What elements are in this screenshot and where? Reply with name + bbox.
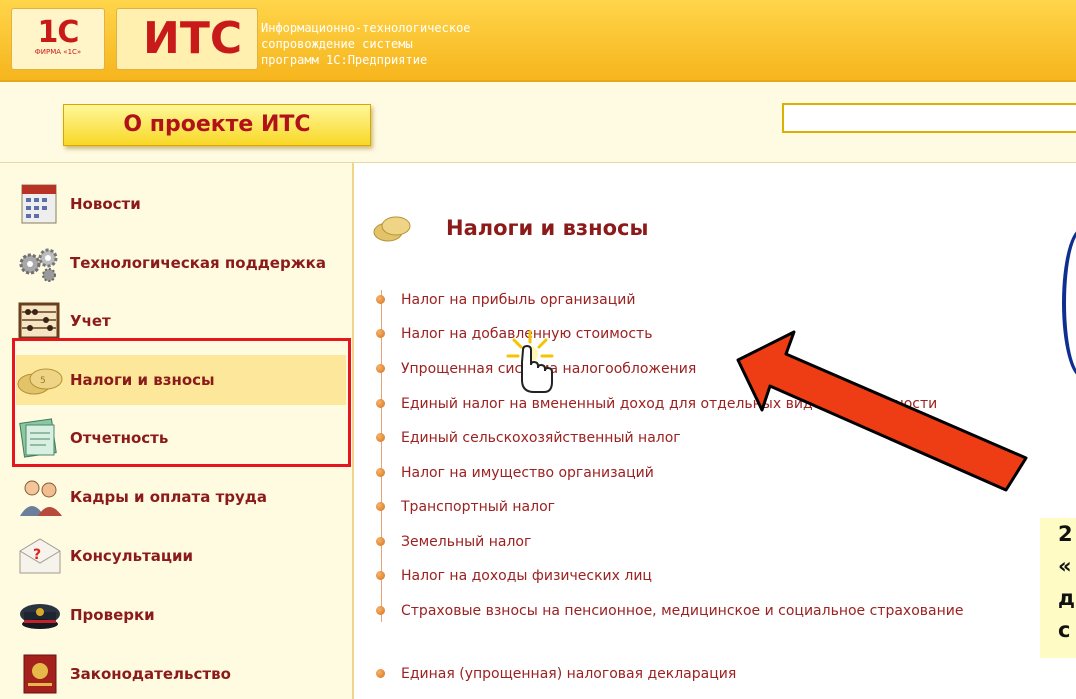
sidebar-item-label: Кадры и оплата труда: [70, 488, 268, 506]
tax-link-text[interactable]: Налог на имущество организаций: [401, 463, 654, 483]
sidebar-item-consultations[interactable]: ? Консультации: [16, 531, 346, 581]
partial-callout: 2 « д с: [1040, 518, 1076, 658]
inspector-cap-icon: [20, 604, 60, 629]
sidebar-item-news[interactable]: Новости: [16, 179, 346, 229]
sidebar-item-label: Новости: [70, 195, 141, 213]
callout-text: 2: [1058, 522, 1073, 546]
logo-1c-text: 1С: [37, 15, 80, 50]
sidebar-item-label: Консультации: [70, 547, 194, 565]
tax-link-text[interactable]: Единая (упрощенная) налоговая декларация: [401, 664, 736, 684]
calendar-icon: [21, 184, 57, 224]
callout-text: «: [1058, 554, 1072, 578]
bullet-icon: [376, 468, 385, 477]
search-input[interactable]: [782, 103, 1076, 133]
sidebar-item-tech-support[interactable]: Технологическая поддержка: [16, 238, 346, 288]
hand-cursor-icon: [506, 330, 554, 393]
bullet-icon: [376, 295, 385, 304]
logo-1c[interactable]: 1С ФИРМА «1С»: [11, 8, 105, 70]
tax-link-text[interactable]: Налог на прибыль организаций: [401, 290, 635, 310]
logo-1c-sub: ФИРМА «1С»: [34, 48, 82, 56]
sidebar-highlight-frame: [12, 338, 351, 467]
bullet-icon: [376, 329, 385, 338]
tax-link-text[interactable]: Транспортный налог: [401, 497, 555, 517]
sidebar-item-label: Проверки: [70, 606, 155, 624]
tagline-line: программ 1С:Предприятие: [261, 53, 428, 67]
about-project-button[interactable]: О проекте ИТС: [63, 104, 371, 146]
logo-its[interactable]: ИТС: [116, 8, 258, 70]
sidebar-item-legislation[interactable]: Законодательство: [16, 649, 346, 699]
coins-icon: [373, 216, 411, 242]
tagline-line: Информационно-технологическое: [261, 21, 471, 35]
site-header: 1С ФИРМА «1С» ИТС Информационно-технолог…: [0, 0, 1076, 82]
svg-text:?: ?: [33, 547, 41, 563]
tax-link-text[interactable]: Страховые взносы на пенсионное, медицинс…: [401, 601, 963, 621]
bullet-icon: [376, 669, 385, 678]
people-icon: [20, 480, 62, 516]
sidebar-item-hr-payroll[interactable]: Кадры и оплата труда: [16, 472, 346, 522]
pointer-arrow-icon: [736, 330, 1028, 492]
bullet-icon: [376, 571, 385, 580]
page-title: Налоги и взносы: [446, 216, 649, 240]
abacus-icon: [18, 302, 60, 340]
bullet-icon: [376, 399, 385, 408]
callout-text: с: [1058, 618, 1071, 642]
bullet-icon: [376, 606, 385, 615]
logo-its-text: ИТС: [143, 13, 243, 64]
tax-link-text[interactable]: Налог на доходы физических лиц: [401, 566, 652, 586]
sidebar-item-label: Законодательство: [70, 665, 231, 683]
bullet-icon: [376, 502, 385, 511]
question-envelope-icon: ?: [19, 538, 61, 574]
sidebar-item-label: Технологическая поддержка: [70, 254, 326, 272]
law-book-icon: [23, 654, 57, 694]
tax-link-text[interactable]: Единый сельскохозяйственный налог: [401, 428, 681, 448]
bullet-icon: [376, 537, 385, 546]
tagline-line: сопровождение системы: [261, 37, 413, 51]
sidebar-item-inspections[interactable]: Проверки: [16, 590, 346, 640]
bullet-icon: [376, 364, 385, 373]
gears-icon: [19, 248, 58, 282]
bullet-icon: [376, 433, 385, 442]
header-tagline: Информационно-технологическое сопровожде…: [261, 20, 471, 68]
tax-link-text[interactable]: Земельный налог: [401, 532, 531, 552]
callout-text: д: [1058, 586, 1075, 610]
